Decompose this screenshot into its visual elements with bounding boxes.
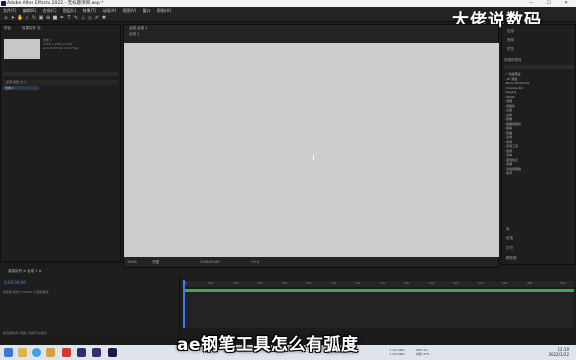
after-effects-logo-icon [1,1,6,6]
text-tool-icon[interactable]: T [66,15,72,21]
timeline-tabs[interactable]: 渲染队列 ≡ 合成 1 ≡ [0,268,576,275]
menu-composition[interactable]: 合成(C) [43,8,57,13]
character-tab[interactable]: 字符 [506,246,513,251]
download-speed: ↓ 0.0 KB/s [389,352,405,356]
pan-behind-tool-icon[interactable]: ⊕ [45,15,51,21]
project-item-comp[interactable]: 合成 1 [3,86,39,90]
timeline-columns: 源名称 模式 T TrkMat 父级和链接 [3,290,49,294]
puppet-tool-icon[interactable]: ✱ [101,15,107,21]
pen-tool-icon[interactable]: ✒ [59,15,65,21]
rotate-tool-icon[interactable]: ↻ [31,15,37,21]
ruler-tick: 20s [429,281,435,285]
selection-tool-icon[interactable]: ➤ [10,15,16,21]
timeline-track-area[interactable] [183,292,574,328]
ruler-tick: 18s [404,281,410,285]
viewer-controls: 100% 完整 0;00;00;00 +0.0 [124,259,498,265]
after-effects-taskbar-icon[interactable] [92,348,101,357]
menu-view[interactable]: 视图(V) [122,8,136,13]
premiere-icon[interactable] [77,348,86,357]
menu-animation[interactable]: 动画(A) [102,8,116,13]
project-panel [0,24,121,262]
ruler-tick: 24s [478,281,484,285]
file-explorer-icon[interactable] [18,348,27,357]
start-icon[interactable] [4,348,13,357]
cpu-monitor: CPU 4% 内存 47% [416,348,430,356]
menu-layer[interactable]: 图层(L) [63,8,76,13]
info-panel-tab[interactable]: 信息 [507,29,514,34]
ruler-tick: 16s [380,281,386,285]
resolution-select[interactable]: 完整 [152,260,159,264]
brush-tool-icon[interactable]: ✎ [73,15,79,21]
eraser-tool-icon[interactable]: ◇ [87,15,93,21]
paragraph-tab[interactable]: 段落 [506,236,513,241]
menu-edit[interactable]: 编辑(E) [23,8,37,13]
ruler-tick: 22s [453,281,459,285]
composition-info: 合成 1 1920 x 1080 (1.00) Δ 0;00;30;00, 29… [43,38,78,50]
camera-tool-icon[interactable]: ▣ [38,15,44,21]
exposure-value[interactable]: +0.0 [251,260,260,264]
menu-help[interactable]: 帮助(H) [157,8,171,13]
clone-stamp-tool-icon[interactable]: ⊥ [80,15,86,21]
window-title: Adobe After Effects 2022 - 无标题项目.aep * [7,1,104,6]
zoom-select[interactable]: 100% [127,260,137,264]
ruler-tick: 02s [208,281,214,285]
composition-thumbnail [4,39,40,59]
effect-controls-tab[interactable]: 效果控件 无 [22,26,41,31]
zoom-tool-icon[interactable]: ⌕ [24,15,30,21]
menu-window[interactable]: 窗口 [143,8,151,13]
video-caption: ae钢笔工具怎么有弧度 [177,335,359,355]
home-icon[interactable]: ⌂ [3,15,9,21]
roto-brush-tool-icon[interactable]: ✐ [94,15,100,21]
menu-effect[interactable]: 效果(T) [82,8,96,13]
timeline-timecode[interactable]: 0;00;00;00 [4,280,26,285]
timeline-footer[interactable]: 帧渲染时间 0毫秒 切换开关/模式 [0,330,180,336]
project-list-header: 名称 类型 大小 [3,80,118,85]
ruler-tick: 06s [257,281,263,285]
project-tab[interactable]: 项目 [4,26,11,31]
libraries-tab[interactable]: 库 [506,227,510,232]
menu-file[interactable]: 文件(F) [3,8,16,13]
composition-subtab[interactable]: 合成 1 [124,31,498,37]
playhead[interactable] [183,280,185,328]
effects-list-item[interactable]: 遮罩 [504,171,574,176]
folder-icon[interactable] [46,348,55,357]
browser-icon[interactable] [32,348,41,357]
shape-tool-icon[interactable]: ■ [52,15,58,21]
timeline-layer-area [0,276,180,332]
effects-presets-title[interactable]: 效果和预设 [504,58,522,63]
effects-search-input[interactable] [504,65,574,69]
ruler-tick: 10s [306,281,312,285]
clock[interactable]: 12:19 2022/1/22 [548,347,569,357]
wps-icon[interactable] [62,348,71,357]
ruler-tick: 14s [355,281,361,285]
ruler-tick: 26s [502,281,508,285]
mouse-cursor-icon [313,155,316,160]
tracker-tab[interactable]: 跟踪器 [506,256,517,261]
hand-tool-icon[interactable]: ✋ [17,15,23,21]
audio-panel-tab[interactable]: 音频 [507,38,514,43]
ruler-tick: 12s [331,281,337,285]
time-ruler[interactable]: 0s 02s 04s 06s 08s 10s 12s 14s 16s 18s 2… [182,281,574,287]
preview-panel-tab[interactable]: 预览 [507,47,514,52]
composition-canvas[interactable] [124,43,499,257]
project-search-input[interactable] [3,72,118,76]
ruler-tick: 04s [233,281,239,285]
ruler-tick: 30s [560,281,566,285]
effects-list: * 动画预设 3D 通道 Boris FX Mocha Cinema 4D Ke… [504,72,574,176]
memory-usage: 内存 47% [416,352,430,356]
viewer-timecode[interactable]: 0;00;00;00 [200,260,219,264]
photoshop-icon[interactable] [108,348,117,357]
network-speed: ↑ 0.0 KB/s ↓ 0.0 KB/s [389,348,405,356]
clock-date: 2022/1/22 [548,352,569,357]
ruler-tick: 28s [527,281,533,285]
info-duration: Δ 0;00;30;00, 29.97 fps [43,46,79,50]
ruler-tick: 08s [282,281,288,285]
